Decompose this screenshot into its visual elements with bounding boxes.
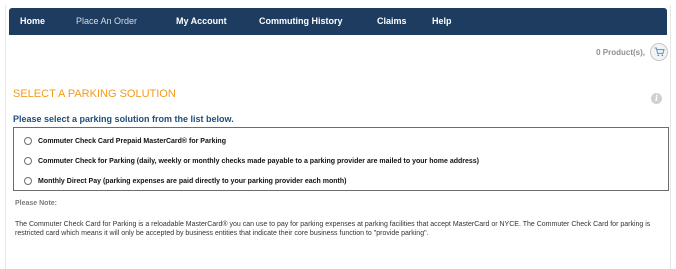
cart-count-label: 0 Product(s),: [596, 47, 645, 57]
note-label: Please Note:: [15, 200, 58, 207]
parking-options-group: Commuter Check Card Prepaid MasterCard® …: [13, 127, 669, 191]
nav-help[interactable]: Help: [432, 8, 452, 35]
radio-button[interactable]: [24, 137, 32, 145]
nav-home[interactable]: Home: [20, 8, 45, 35]
page-title: SELECT A PARKING SOLUTION: [13, 88, 176, 100]
note-text: The Commuter Check Card for Parking is a…: [15, 221, 651, 237]
nav-claims[interactable]: Claims: [377, 8, 407, 35]
option-label: Commuter Check Card Prepaid MasterCard® …: [38, 137, 226, 145]
option-label: Monthly Direct Pay (parking expenses are…: [38, 177, 347, 185]
option-commuter-check-card[interactable]: Commuter Check Card Prepaid MasterCard® …: [24, 134, 226, 148]
radio-button[interactable]: [24, 157, 32, 165]
option-label: Commuter Check for Parking (daily, weekl…: [38, 157, 480, 165]
nav-commuting-history[interactable]: Commuting History: [259, 8, 343, 35]
nav-my-account[interactable]: My Account: [176, 8, 227, 35]
cart-summary[interactable]: 0 Product(s),: [596, 42, 668, 62]
shopping-cart-icon[interactable]: [650, 43, 668, 61]
radio-button[interactable]: [24, 177, 32, 185]
top-navigation-bar: Home Place An Order My Account Commuting…: [9, 8, 667, 35]
info-icon[interactable]: i: [651, 93, 662, 104]
nav-place-an-order[interactable]: Place An Order: [76, 8, 137, 35]
option-commuter-check-for-parking[interactable]: Commuter Check for Parking (daily, weekl…: [24, 154, 479, 168]
instruction-text: Please select a parking solution from th…: [13, 114, 234, 124]
option-monthly-direct-pay[interactable]: Monthly Direct Pay (parking expenses are…: [24, 174, 346, 188]
